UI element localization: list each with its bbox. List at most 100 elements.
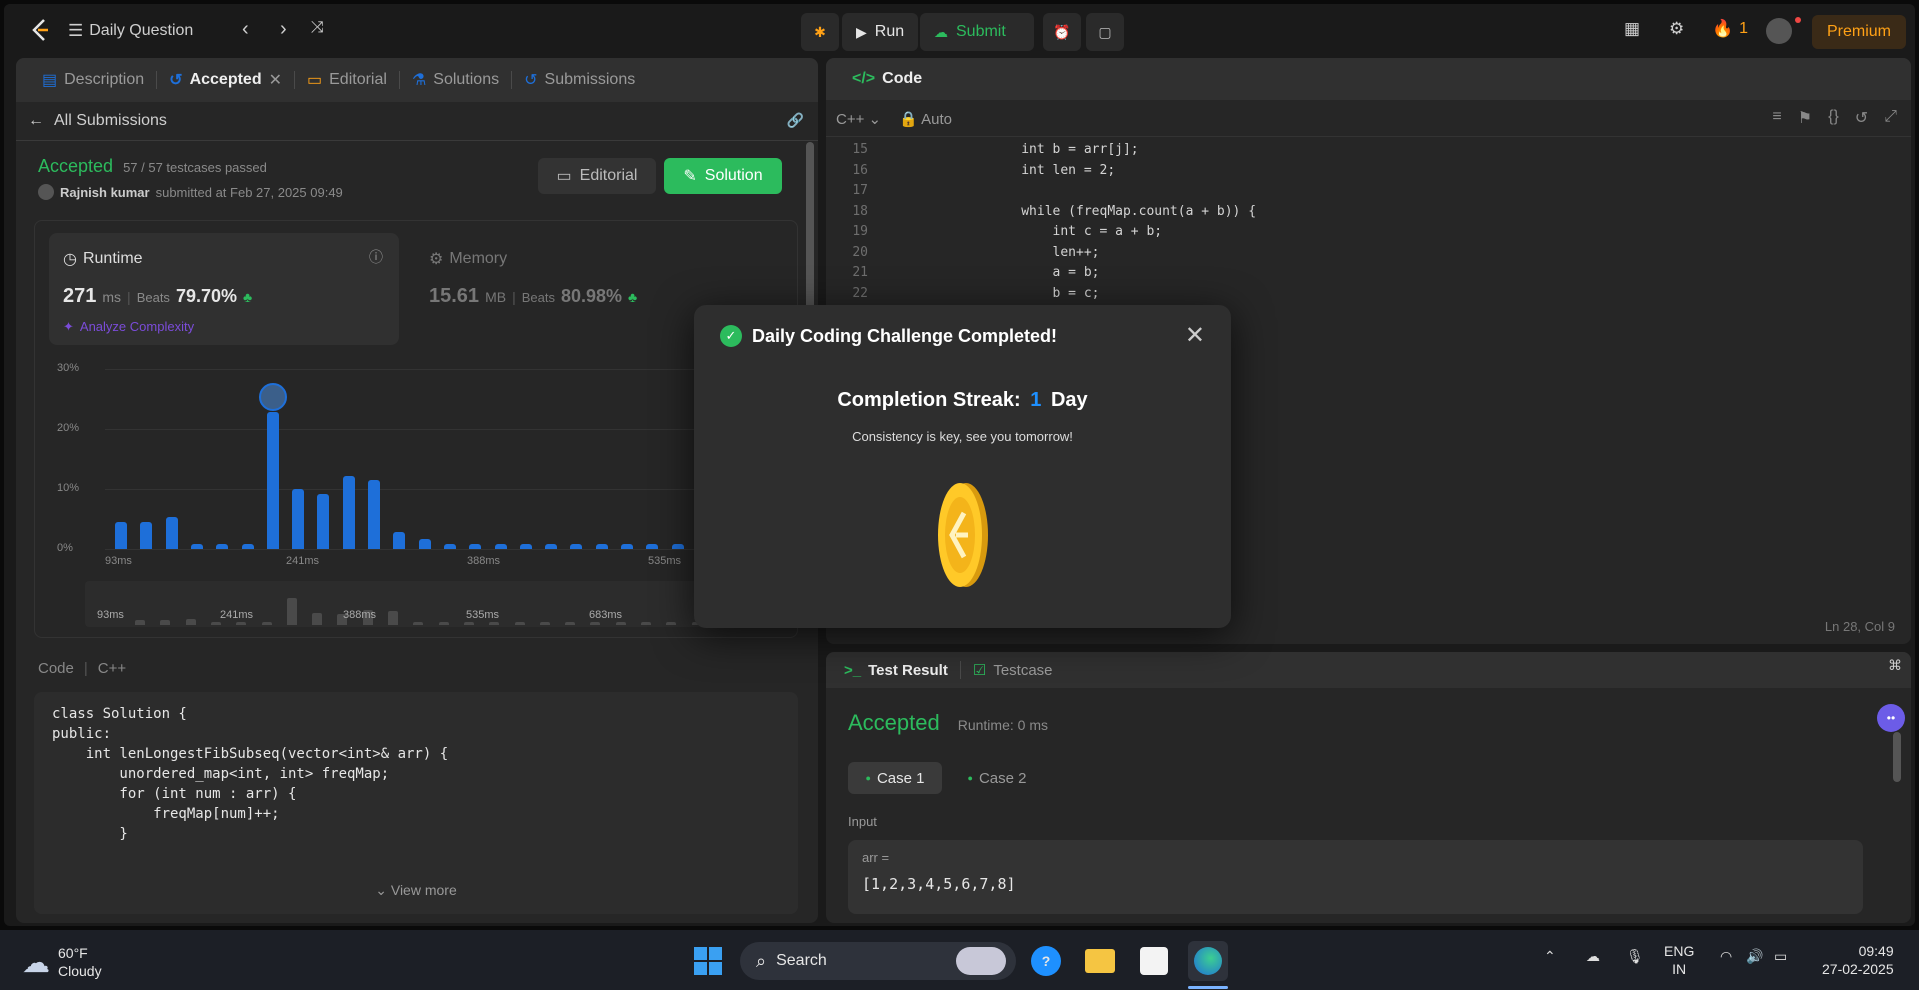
chart-bar[interactable] xyxy=(494,544,507,549)
chart-bar[interactable] xyxy=(216,544,229,549)
chart-bar[interactable] xyxy=(292,489,305,549)
microphone-icon[interactable]: 🎙 xyxy=(1626,948,1644,965)
fullscreen-icon[interactable]: ⤢ xyxy=(1884,108,1897,128)
volume-icon[interactable]: 🔊 xyxy=(1746,948,1763,965)
tab-submissions[interactable]: ↺ Submissions xyxy=(512,58,647,102)
run-button[interactable]: ▶ Run xyxy=(842,13,918,51)
chart-bar[interactable] xyxy=(671,544,684,549)
link-icon[interactable]: 🔗 xyxy=(787,112,804,129)
file-explorer-icon[interactable] xyxy=(1080,941,1120,981)
chart-bar[interactable] xyxy=(570,544,583,549)
chart-bar[interactable] xyxy=(595,544,608,549)
streak-unit: Day xyxy=(1050,389,1088,411)
tab-solutions[interactable]: ⚗ Solutions xyxy=(400,58,511,102)
format-icon[interactable]: ≡ xyxy=(1772,108,1781,128)
line-number: 22 xyxy=(852,285,868,301)
case-2-tab[interactable]: ● Case 2 xyxy=(950,762,1044,794)
shuffle-icon[interactable]: ⤨ xyxy=(311,19,324,37)
streak-label: Completion Streak: xyxy=(837,389,1021,411)
streak-counter[interactable]: 🔥 1 xyxy=(1712,19,1748,39)
notes-button[interactable]: ▢ xyxy=(1086,13,1124,51)
chart-bar[interactable] xyxy=(241,544,254,549)
memory-card[interactable]: ⚙ Memory 15.61 MB | Beats 80.98% ♣ xyxy=(429,233,729,345)
chart-bar[interactable] xyxy=(393,532,406,549)
temperature: 60°F xyxy=(58,945,88,961)
list-icon: ☰ xyxy=(68,21,84,40)
username[interactable]: Rajnish kumar xyxy=(60,185,150,200)
line-text: int c = a + b; xyxy=(896,224,1163,239)
premium-button[interactable]: Premium xyxy=(1812,15,1906,49)
chart-bar[interactable] xyxy=(621,544,633,549)
reset-icon[interactable]: ↺ xyxy=(1855,108,1868,128)
weather-widget[interactable]: ☁ 60°F Cloudy xyxy=(22,944,102,980)
chart-bar[interactable] xyxy=(190,544,203,549)
chart-bar[interactable] xyxy=(165,517,178,549)
wifi-icon[interactable]: ◠ xyxy=(1720,948,1732,965)
runtime-card[interactable]: ◷ Runtime ⓘ 271 ms | Beats 79.70% ♣ ✦ Anal… xyxy=(49,233,399,345)
next-question-icon[interactable]: › xyxy=(280,18,287,41)
x-tick-label: 388ms xyxy=(467,555,501,567)
chevron-up-icon[interactable]: ⌃ xyxy=(1544,948,1556,965)
battery-icon[interactable]: ▭ xyxy=(1774,948,1787,965)
tab-editorial[interactable]: ▭ Editorial xyxy=(295,58,399,102)
windows-start-icon[interactable] xyxy=(688,941,728,981)
assistant-bot-icon[interactable]: •• xyxy=(1877,704,1905,732)
chart-bar[interactable] xyxy=(266,412,279,549)
view-more-button[interactable]: ⌄ View more xyxy=(34,882,798,899)
settings-gear-icon[interactable]: ⚙ xyxy=(1669,19,1684,39)
editorial-button[interactable]: ▭ Editorial xyxy=(538,158,656,194)
chart-range-slider[interactable]: 93ms 241ms 388ms 535ms 683ms xyxy=(85,581,785,627)
result-scrollbar[interactable] xyxy=(1893,732,1901,782)
chart-bar[interactable] xyxy=(115,522,127,549)
chart-bar[interactable] xyxy=(443,544,456,549)
edge-browser-icon[interactable] xyxy=(1188,941,1228,981)
editor-lines[interactable]: 15 int b = arr[j]; 16 int len = 2; 17 18 wh… xyxy=(826,140,1911,304)
input-language[interactable]: ENG IN xyxy=(1664,942,1694,978)
auto-toggle[interactable]: 🔒 Auto xyxy=(899,110,952,128)
tab-code[interactable]: </> Code xyxy=(840,58,934,100)
leaf-icon: ♣ xyxy=(243,289,253,305)
help-icon[interactable]: ? xyxy=(1026,941,1066,981)
shortcut-icon[interactable]: ⌘ xyxy=(1888,657,1902,674)
analyze-complexity-link[interactable]: ✦ Analyze Complexity xyxy=(63,319,194,335)
tab-testcase[interactable]: ☑ Testcase xyxy=(961,652,1065,688)
close-icon[interactable]: ✕ xyxy=(269,70,282,90)
close-icon[interactable]: ✕ xyxy=(1185,321,1205,350)
braces-icon[interactable]: {} xyxy=(1828,108,1839,128)
taskbar-search[interactable]: ⌕ Search xyxy=(740,942,1016,980)
lock-icon: 🔒 xyxy=(899,111,918,128)
tab-description[interactable]: ▤ Description xyxy=(30,58,156,102)
chart-bar[interactable] xyxy=(545,544,558,549)
bookmark-icon[interactable]: ⚑ xyxy=(1798,108,1812,128)
onedrive-icon[interactable]: ☁ xyxy=(1586,948,1600,965)
solution-button[interactable]: ✎ Solution xyxy=(664,158,782,194)
search-icon: ⌕ xyxy=(756,950,767,971)
store-icon[interactable] xyxy=(1134,941,1174,981)
prev-question-icon[interactable]: ‹ xyxy=(242,18,249,41)
clock[interactable]: 09:49 27-02-2025 xyxy=(1822,942,1894,978)
chart-bar[interactable] xyxy=(317,493,330,549)
chart-bar[interactable] xyxy=(342,475,355,549)
problem-list-button[interactable]: ☰ Daily Question xyxy=(68,21,193,41)
chart-bar[interactable] xyxy=(519,544,532,549)
mini-bar xyxy=(615,622,626,625)
chart-bar[interactable] xyxy=(469,544,482,549)
leetcode-logo-icon[interactable] xyxy=(30,18,52,42)
debug-button[interactable]: ✱ xyxy=(801,13,839,51)
line-text: b = c; xyxy=(896,285,1100,301)
chart-bar[interactable] xyxy=(646,544,659,549)
chart-bar[interactable] xyxy=(140,522,153,549)
tab-accepted[interactable]: ↺ Accepted ✕ xyxy=(157,58,294,102)
back-to-submissions[interactable]: ← All Submissions xyxy=(28,112,167,130)
case-1-tab[interactable]: ● Case 1 xyxy=(848,762,942,794)
submit-button[interactable]: ☁ Submit xyxy=(920,13,1034,51)
tab-test-result[interactable]: >_ Test Result xyxy=(832,652,960,688)
line-number: 17 xyxy=(852,183,868,198)
avatar[interactable] xyxy=(1766,18,1792,44)
chart-bar[interactable] xyxy=(368,480,380,549)
chart-bar[interactable] xyxy=(418,538,431,549)
language-select[interactable]: C++ ⌄ xyxy=(836,110,881,128)
timer-button[interactable]: ⏰ xyxy=(1043,13,1081,51)
layout-icon[interactable]: ▦ xyxy=(1624,19,1640,39)
info-icon[interactable]: ⓘ xyxy=(369,247,383,267)
